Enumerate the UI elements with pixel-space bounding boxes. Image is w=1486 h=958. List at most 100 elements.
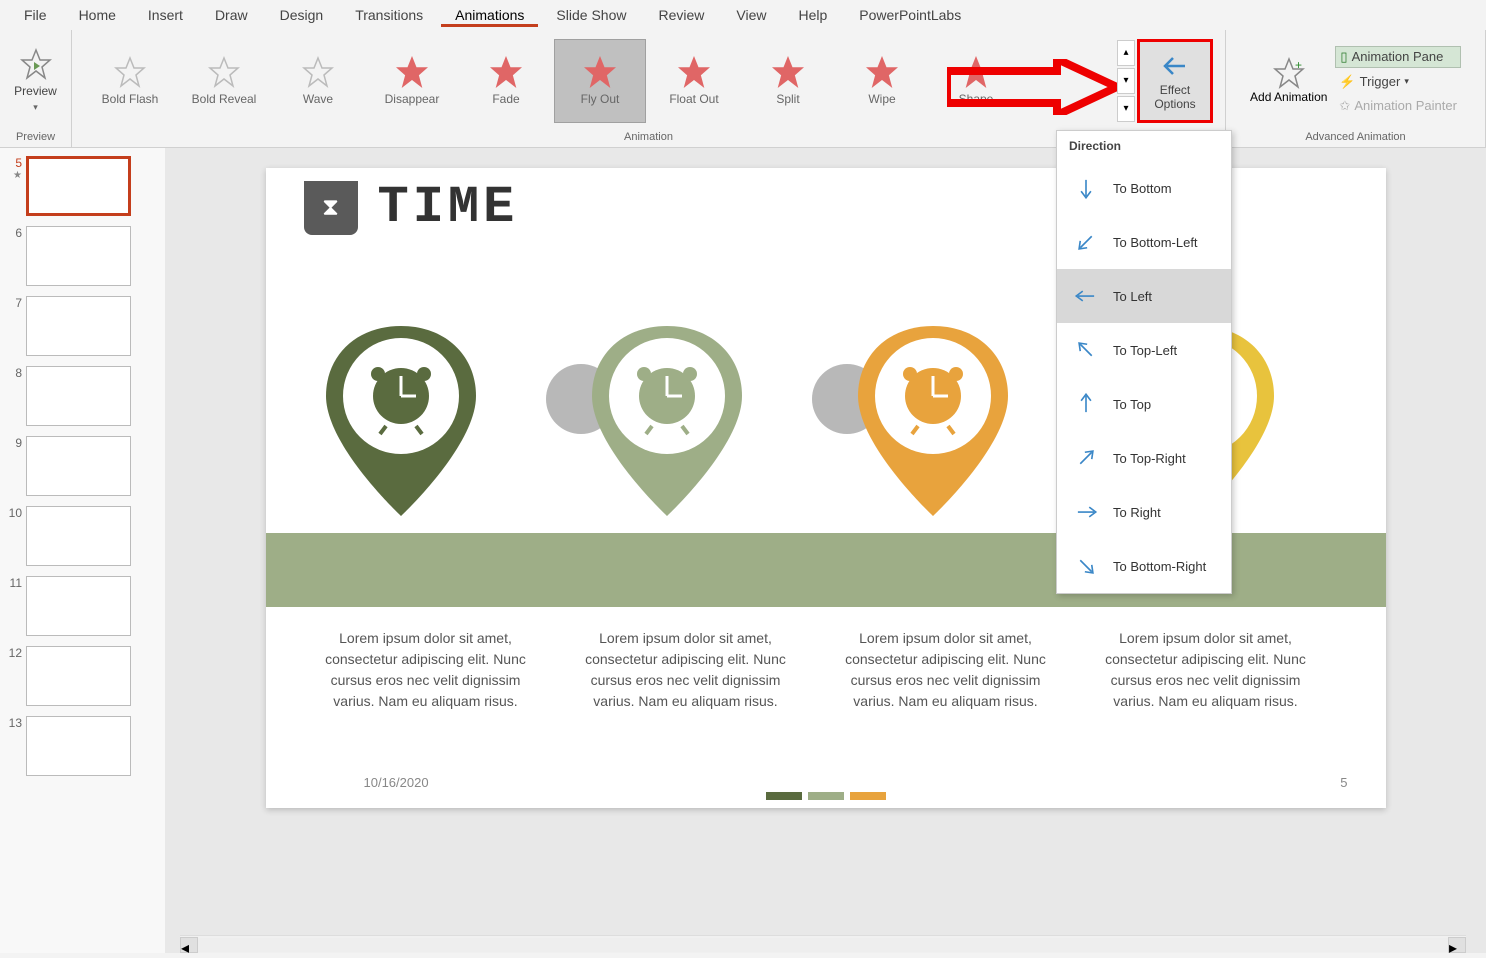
- thumbnail-12[interactable]: 12: [4, 646, 161, 706]
- menu-animations[interactable]: Animations: [441, 3, 538, 27]
- thumb-number: 9: [4, 436, 22, 450]
- menu-draw[interactable]: Draw: [201, 3, 262, 27]
- workspace: 5★ 6 7 8 9 10 11 12 13 ⧗ TIME Lorem ipsum dolor …: [0, 148, 1486, 953]
- direction-to-bottom-right[interactable]: To Bottom-Right: [1057, 539, 1231, 593]
- menu-help[interactable]: Help: [784, 3, 841, 27]
- anim-label: Disappear: [385, 92, 440, 106]
- direction-arrow-icon: [1073, 553, 1099, 579]
- direction-to-right[interactable]: To Right: [1057, 485, 1231, 539]
- direction-to-bottom-left[interactable]: To Bottom-Left: [1057, 215, 1231, 269]
- animation-float-out[interactable]: Float Out: [648, 39, 740, 123]
- painter-icon: ✩: [1339, 98, 1350, 114]
- preview-star-icon: [20, 48, 52, 80]
- anim-label: Float Out: [669, 92, 718, 106]
- thumbnail-5[interactable]: 5★: [4, 156, 161, 216]
- painter-label: Animation Painter: [1354, 98, 1457, 113]
- thumbnail-panel[interactable]: 5★ 6 7 8 9 10 11 12 13: [0, 148, 165, 953]
- slide-canvas-area[interactable]: ⧗ TIME Lorem ipsum dolor sit amet, conse…: [165, 148, 1486, 953]
- add-animation-label: Add Animation: [1250, 91, 1327, 104]
- chevron-down-icon: ▾: [1404, 76, 1409, 87]
- direction-arrow-icon: [1073, 445, 1099, 471]
- anim-label: Bold Reveal: [192, 92, 257, 106]
- gallery-more-button[interactable]: ▾: [1117, 96, 1135, 122]
- direction-to-bottom[interactable]: To Bottom: [1057, 161, 1231, 215]
- animation-fly-out[interactable]: Fly Out: [554, 39, 646, 123]
- anim-label: Wipe: [868, 92, 895, 106]
- star-icon: [866, 56, 898, 88]
- arrow-left-icon: [1159, 50, 1191, 82]
- thumbnail-7[interactable]: 7: [4, 296, 161, 356]
- thumb-number: 7: [4, 296, 22, 310]
- animation-bold-reveal[interactable]: Bold Reveal: [178, 39, 270, 123]
- menu-slide-show[interactable]: Slide Show: [542, 3, 640, 27]
- menu-view[interactable]: View: [722, 3, 780, 27]
- preview-button[interactable]: Preview ▾: [14, 48, 57, 113]
- menu-transitions[interactable]: Transitions: [341, 3, 437, 27]
- direction-label: To Top-Left: [1113, 343, 1177, 358]
- direction-to-top[interactable]: To Top: [1057, 377, 1231, 431]
- dropdown-header: Direction: [1057, 131, 1231, 161]
- direction-arrow-icon: [1073, 337, 1099, 363]
- thumbnail-8[interactable]: 8: [4, 366, 161, 426]
- anim-label: Fly Out: [581, 92, 620, 106]
- gallery-up-button[interactable]: ▴: [1117, 40, 1135, 66]
- scroll-left-button[interactable]: ◂: [180, 937, 198, 953]
- scroll-track[interactable]: [198, 938, 1448, 952]
- timeline-pin-0: [316, 316, 486, 531]
- animation-pane-button[interactable]: ▯Animation Pane: [1335, 46, 1461, 68]
- menu-insert[interactable]: Insert: [134, 3, 197, 27]
- thumb-preview: [26, 366, 131, 426]
- animation-split[interactable]: Split: [742, 39, 834, 123]
- menu-review[interactable]: Review: [644, 3, 718, 27]
- thumb-number: 8: [4, 366, 22, 380]
- direction-to-top-right[interactable]: To Top-Right: [1057, 431, 1231, 485]
- animation-fade[interactable]: Fade: [460, 39, 552, 123]
- gallery-scroll: ▴ ▾ ▾: [1117, 40, 1135, 122]
- direction-to-top-left[interactable]: To Top-Left: [1057, 323, 1231, 377]
- menu-design[interactable]: Design: [266, 3, 338, 27]
- anim-label: Wave: [303, 92, 333, 106]
- thumb-number: 12: [4, 646, 22, 660]
- add-animation-button[interactable]: + Add Animation: [1250, 57, 1327, 104]
- animation-wave[interactable]: Wave: [272, 39, 364, 123]
- callout-arrow-icon: [947, 59, 1117, 115]
- thumb-preview: [26, 156, 131, 216]
- animation-wipe[interactable]: Wipe: [836, 39, 928, 123]
- body-text-col-2: Lorem ipsum dolor sit amet, consectetur …: [836, 628, 1056, 712]
- scroll-right-button[interactable]: ▸: [1448, 937, 1466, 953]
- hourglass-icon: ⧗: [304, 181, 358, 235]
- horizontal-scrollbar[interactable]: ◂ ▸: [180, 935, 1466, 953]
- effect-options-button[interactable]: Effect Options: [1137, 39, 1213, 123]
- effect-options-label: Effect Options: [1140, 84, 1210, 110]
- star-icon: [772, 56, 804, 88]
- direction-arrow-icon: [1073, 499, 1099, 525]
- menu-home[interactable]: Home: [65, 3, 130, 27]
- animation-disappear[interactable]: Disappear: [366, 39, 458, 123]
- trigger-label: Trigger: [1360, 74, 1401, 89]
- menu-file[interactable]: File: [10, 3, 61, 27]
- slide-title: TIME: [378, 178, 519, 237]
- menu-powerpointlabs[interactable]: PowerPointLabs: [845, 3, 975, 27]
- direction-arrow-icon: [1073, 229, 1099, 255]
- body-text-row: Lorem ipsum dolor sit amet, consectetur …: [316, 628, 1336, 712]
- thumb-preview: [26, 576, 131, 636]
- direction-label: To Top-Right: [1113, 451, 1186, 466]
- thumbnail-13[interactable]: 13: [4, 716, 161, 776]
- direction-to-left[interactable]: To Left: [1057, 269, 1231, 323]
- direction-arrow-icon: [1073, 391, 1099, 417]
- pane-icon: ▯: [1340, 49, 1347, 65]
- trigger-button[interactable]: ⚡Trigger▾: [1335, 72, 1461, 92]
- body-text-col-3: Lorem ipsum dolor sit amet, consectetur …: [1096, 628, 1316, 712]
- thumb-preview: [26, 646, 131, 706]
- thumbnail-9[interactable]: 9: [4, 436, 161, 496]
- thumb-number: 13: [4, 716, 22, 730]
- thumbnail-10[interactable]: 10: [4, 506, 161, 566]
- thumbnail-11[interactable]: 11: [4, 576, 161, 636]
- animation-painter-button[interactable]: ✩ Animation Painter: [1335, 96, 1461, 116]
- thumb-number: 5★: [4, 156, 22, 181]
- animation-bold-flash[interactable]: Bold Flash: [84, 39, 176, 123]
- gallery-down-button[interactable]: ▾: [1117, 68, 1135, 94]
- star-icon: [678, 56, 710, 88]
- thumbnail-6[interactable]: 6: [4, 226, 161, 286]
- thumb-number: 10: [4, 506, 22, 520]
